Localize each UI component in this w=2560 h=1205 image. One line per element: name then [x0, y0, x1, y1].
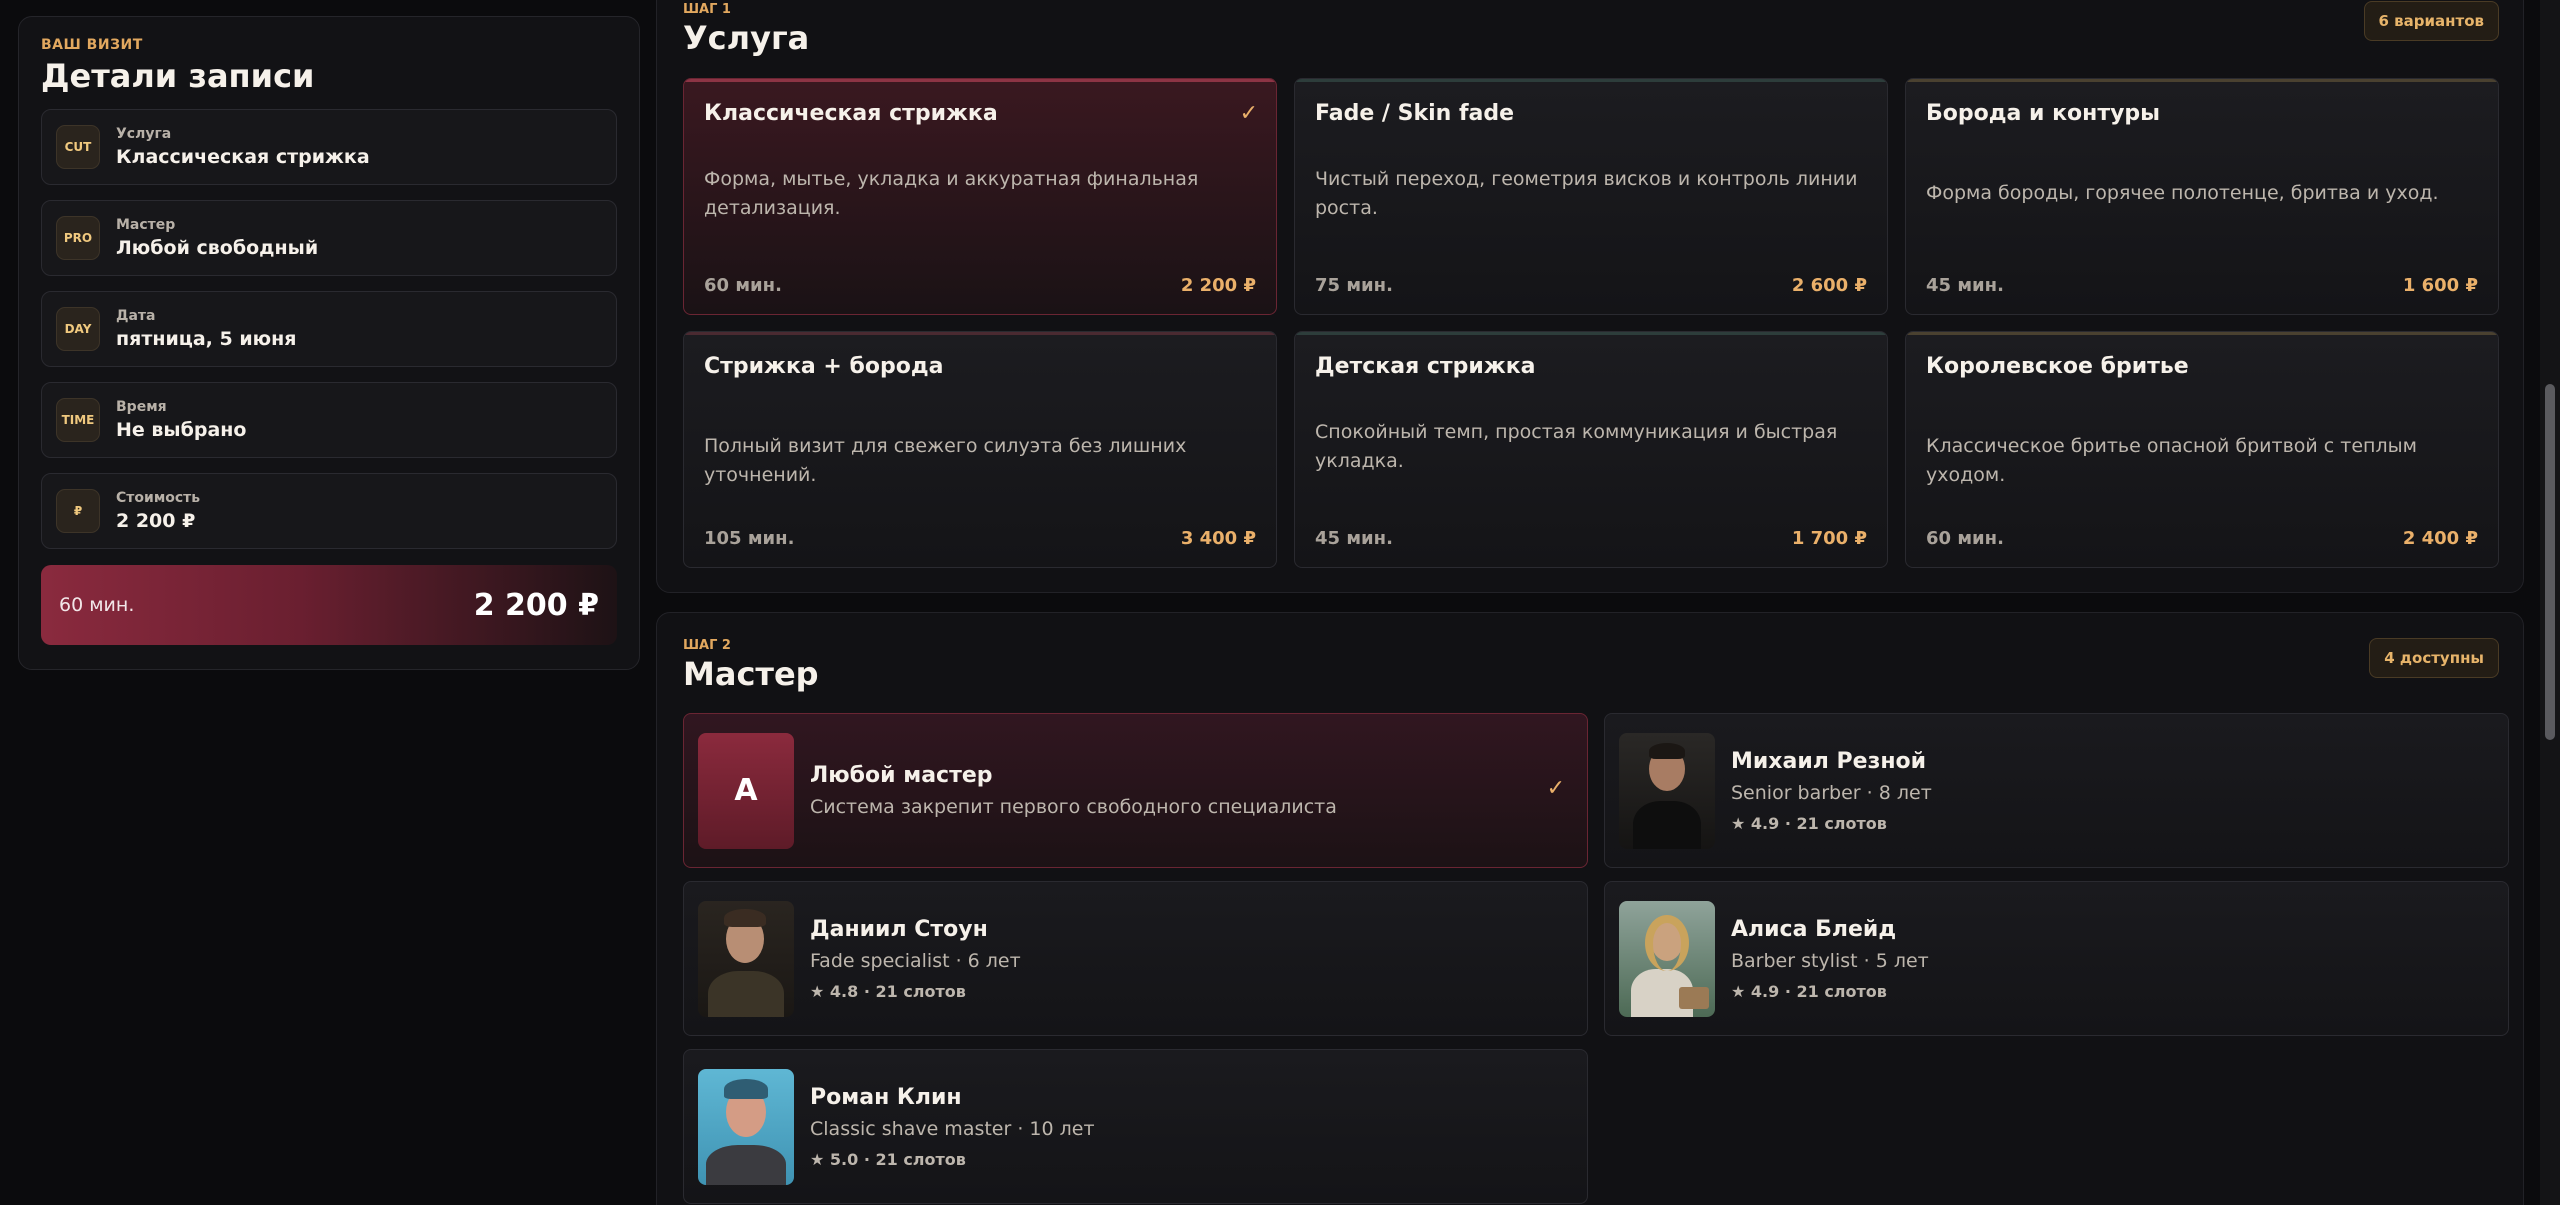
- avatar: [1619, 900, 1715, 1017]
- masters-count-badge: 4 доступны: [2369, 638, 2499, 678]
- service-description: Форма, мытье, укладка и аккуратная финал…: [704, 168, 1199, 219]
- scrollbar-thumb[interactable]: [2545, 384, 2555, 740]
- service-description: Форма бороды, горячее полотенце, бритва …: [1926, 182, 2439, 204]
- master-rating: ★ 4.9 · 21 слотов: [1731, 981, 1887, 1001]
- master-name: Даниил Стоун: [810, 916, 988, 942]
- step-title: Мастер: [683, 655, 819, 693]
- service-price: 1 600 ₽: [2402, 275, 2478, 296]
- service-price: 3 400 ₽: [1180, 528, 1256, 549]
- step-service-section: ШАГ 1 Услуга 6 вариантов Классическая ст…: [656, 0, 2524, 593]
- summary-row-price: ₽ Стоимость 2 200 ₽: [41, 473, 617, 549]
- master-icon: PRO: [56, 216, 100, 260]
- summary-row-value: 2 200 ₽: [116, 510, 196, 532]
- time-icon: TIME: [56, 398, 100, 442]
- summary-row-time: TIME Время Не выбрано: [41, 382, 617, 458]
- summary-row-value: Классическая стрижка: [116, 146, 370, 168]
- summary-row-label: Стоимость: [116, 490, 201, 506]
- check-icon: ✓: [1546, 776, 1565, 801]
- service-duration: 60 мин.: [704, 275, 782, 296]
- service-description: Полный визит для свежего силуэта без лиш…: [704, 435, 1187, 486]
- booking-summary-panel: ВАШ ВИЗИТ Детали записи CUT Услуга Класс…: [18, 16, 640, 670]
- avatar: [698, 1068, 794, 1185]
- master-name: Михаил Резной: [1731, 748, 1927, 774]
- step-master-section: ШАГ 2 Мастер 4 доступны A Любой мастер С…: [656, 612, 2524, 1205]
- master-name: Роман Клин: [810, 1084, 962, 1110]
- service-card-haircut-beard[interactable]: Стрижка + борода Полный визит для свежег…: [683, 331, 1277, 568]
- summary-row-label: Дата: [116, 308, 156, 324]
- master-card-mikhail[interactable]: Михаил Резной Senior barber · 8 лет ★ 4.…: [1604, 713, 2509, 868]
- summary-title: Детали записи: [41, 57, 315, 95]
- service-price: 2 200 ₽: [1180, 275, 1256, 296]
- avatar: [698, 900, 794, 1017]
- avatar: [1619, 732, 1715, 849]
- step-title: Услуга: [683, 19, 810, 57]
- service-duration: 75 мин.: [1315, 275, 1393, 296]
- service-card-classic[interactable]: Классическая стрижка ✓ Форма, мытье, укл…: [683, 78, 1277, 315]
- master-subtitle: Barber stylist · 5 лет: [1731, 949, 1929, 972]
- service-price: 1 700 ₽: [1791, 528, 1867, 549]
- service-price: 2 600 ₽: [1791, 275, 1867, 296]
- service-card-beard[interactable]: Борода и контуры Форма бороды, горячее п…: [1905, 78, 2499, 315]
- master-rating: ★ 4.9 · 21 слотов: [1731, 813, 1887, 833]
- summary-row-service: CUT Услуга Классическая стрижка: [41, 109, 617, 185]
- service-card-fade[interactable]: Fade / Skin fade Чистый переход, геометр…: [1294, 78, 1888, 315]
- summary-row-value: пятница, 5 июня: [116, 328, 297, 350]
- master-name: Алиса Блейд: [1731, 916, 1897, 942]
- summary-row-label: Услуга: [116, 126, 172, 142]
- service-duration: 60 мин.: [1926, 528, 2004, 549]
- total-price: 2 200 ₽: [473, 587, 599, 623]
- service-description: Классическое бритье опасной бритвой с те…: [1926, 435, 2417, 486]
- total-duration: 60 мин.: [59, 594, 135, 616]
- service-name: Королевское бритье: [1926, 354, 2189, 379]
- master-card-any[interactable]: A Любой мастер Система закрепит первого …: [683, 713, 1588, 868]
- master-rating: ★ 5.0 · 21 слотов: [810, 1149, 966, 1169]
- summary-total-bar: 60 мин. 2 200 ₽: [41, 565, 617, 645]
- service-description: Чистый переход, геометрия висков и контр…: [1315, 168, 1858, 219]
- service-name: Fade / Skin fade: [1315, 101, 1515, 126]
- service-name: Детская стрижка: [1315, 354, 1536, 379]
- service-name: Классическая стрижка: [704, 101, 998, 126]
- date-icon: DAY: [56, 307, 100, 351]
- service-duration: 45 мин.: [1926, 275, 2004, 296]
- page-scrollbar[interactable]: [2540, 0, 2560, 1205]
- step-kicker: ШАГ 2: [683, 638, 731, 653]
- summary-row-label: Мастер: [116, 217, 176, 233]
- check-icon: ✓: [1239, 101, 1258, 126]
- summary-row-date: DAY Дата пятница, 5 июня: [41, 291, 617, 367]
- master-subtitle: Fade specialist · 6 лет: [810, 949, 1021, 972]
- service-card-kids[interactable]: Детская стрижка Спокойный темп, простая …: [1294, 331, 1888, 568]
- master-card-roman[interactable]: Роман Клин Classic shave master · 10 лет…: [683, 1049, 1588, 1204]
- master-subtitle: Система закрепит первого свободного спец…: [810, 796, 1337, 818]
- service-price: 2 400 ₽: [2402, 528, 2478, 549]
- service-description: Спокойный темп, простая коммуникация и б…: [1315, 421, 1838, 472]
- service-duration: 45 мин.: [1315, 528, 1393, 549]
- summary-row-value: Любой свободный: [116, 237, 319, 259]
- step-kicker: ШАГ 1: [683, 2, 731, 17]
- service-duration: 105 мин.: [704, 528, 795, 549]
- summary-kicker: ВАШ ВИЗИТ: [41, 37, 143, 53]
- summary-row-value: Не выбрано: [116, 419, 247, 441]
- avatar: A: [698, 732, 794, 849]
- master-card-alisa[interactable]: Алиса Блейд Barber stylist · 5 лет ★ 4.9…: [1604, 881, 2509, 1036]
- master-name: Любой мастер: [810, 763, 993, 788]
- services-count-badge: 6 вариантов: [2363, 1, 2499, 41]
- ruble-icon: ₽: [56, 489, 100, 533]
- master-rating: ★ 4.8 · 21 слотов: [810, 981, 966, 1001]
- service-name: Борода и контуры: [1926, 101, 2161, 126]
- service-name: Стрижка + борода: [704, 354, 944, 379]
- master-card-daniil[interactable]: Даниил Стоун Fade specialist · 6 лет ★ 4…: [683, 881, 1588, 1036]
- master-subtitle: Senior barber · 8 лет: [1731, 781, 1932, 804]
- summary-row-master: PRO Мастер Любой свободный: [41, 200, 617, 276]
- service-card-royal-shave[interactable]: Королевское бритье Классическое бритье о…: [1905, 331, 2499, 568]
- master-subtitle: Classic shave master · 10 лет: [810, 1117, 1095, 1140]
- service-icon: CUT: [56, 125, 100, 169]
- summary-row-label: Время: [116, 399, 167, 415]
